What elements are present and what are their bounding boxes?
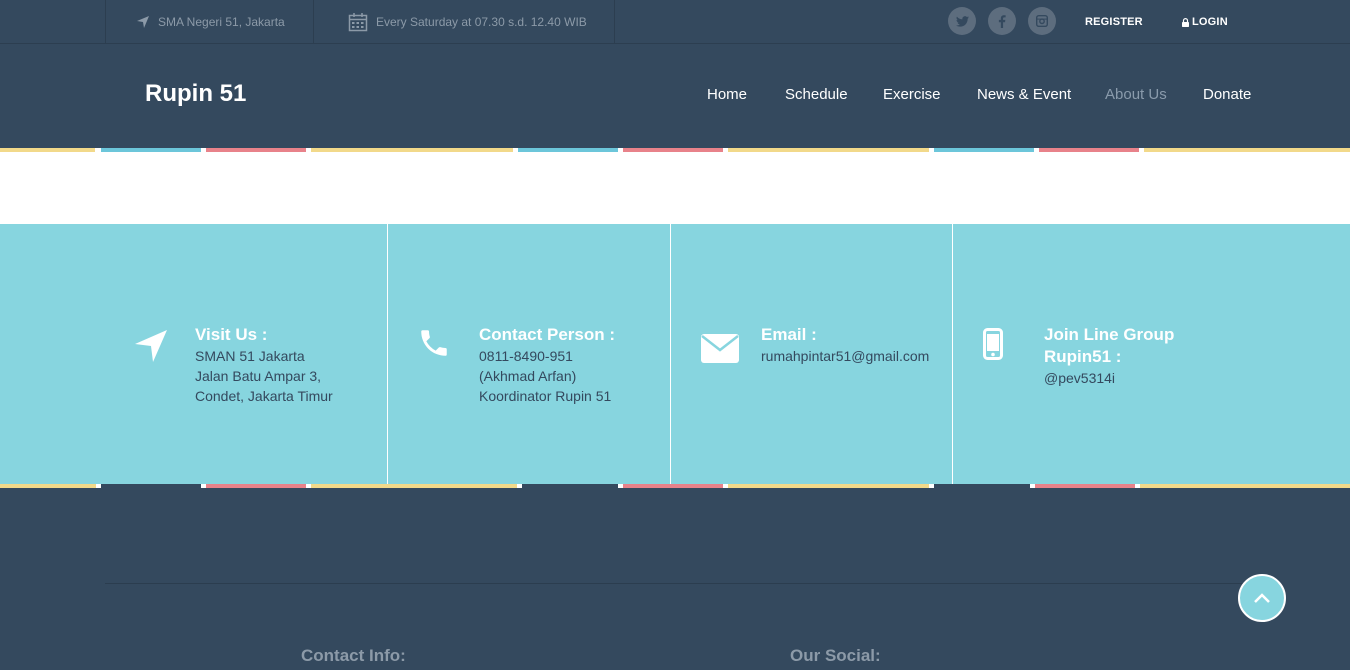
lock-icon <box>1182 17 1189 27</box>
facebook-link[interactable] <box>988 7 1016 35</box>
column-divider <box>670 224 671 484</box>
our-social-heading: Our Social: <box>790 646 881 665</box>
location-arrow-icon <box>133 328 169 364</box>
contact-person-line: (Akhmad Arfan) <box>479 368 577 384</box>
footer-divider <box>105 583 1245 584</box>
scroll-to-top-button[interactable] <box>1238 574 1286 622</box>
schedule-text: Every Saturday at 07.30 s.d. 12.40 WIB <box>376 15 587 29</box>
calendar-icon <box>348 13 368 32</box>
email-title: Email : <box>761 325 817 344</box>
twitter-icon <box>955 15 969 27</box>
login-label: LOGIN <box>1192 16 1228 28</box>
nav-exercise[interactable]: Exercise <box>883 86 941 103</box>
mobile-phone-icon <box>982 327 1004 361</box>
contact-person-title: Contact Person : <box>479 325 616 344</box>
schedule-info: Every Saturday at 07.30 s.d. 12.40 WIB <box>313 0 615 44</box>
email-address[interactable]: rumahpintar51@gmail.com <box>761 346 929 366</box>
contact-info-heading: Contact Info: <box>301 646 406 665</box>
column-divider <box>387 224 388 484</box>
white-spacer <box>0 152 1350 224</box>
nav-news-event[interactable]: News & Event <box>977 86 1071 103</box>
facebook-icon <box>998 14 1006 28</box>
visit-us-line: Jalan Batu Ampar 3, <box>195 368 322 384</box>
register-link[interactable]: REGISTER <box>1085 16 1143 28</box>
phone-icon <box>416 325 452 361</box>
nav-schedule[interactable]: Schedule <box>785 86 848 103</box>
instagram-icon <box>1036 15 1048 27</box>
nav-donate[interactable]: Donate <box>1203 86 1251 103</box>
visit-us-line: SMAN 51 Jakarta <box>195 348 305 364</box>
visit-us-line: Condet, Jakarta Timur <box>195 388 333 404</box>
contact-person-line: 0811-8490-951 <box>479 348 573 364</box>
line-id: @pev5314i <box>1044 370 1116 386</box>
location-arrow-icon <box>137 16 149 28</box>
main-header: Rupin 51 Home Schedule Exercise News & E… <box>0 44 1350 148</box>
line-group-title: Join Line Group <box>1044 325 1175 344</box>
line-group-title: Rupin51 : <box>1044 347 1122 366</box>
chevron-up-icon <box>1254 593 1270 603</box>
nav-about-us[interactable]: About Us <box>1105 86 1167 103</box>
envelope-icon <box>699 331 741 365</box>
location-info: SMA Negeri 51, Jakarta <box>105 0 313 44</box>
contact-person-line: Koordinator Rupin 51 <box>479 388 612 404</box>
top-bar: SMA Negeri 51, Jakarta Every Saturday at… <box>0 0 1350 44</box>
location-text: SMA Negeri 51, Jakarta <box>158 15 285 29</box>
color-stripe-bottom <box>0 484 1350 488</box>
nav-home[interactable]: Home <box>707 86 747 103</box>
twitter-link[interactable] <box>948 7 976 35</box>
instagram-link[interactable] <box>1028 7 1056 35</box>
site-logo[interactable]: Rupin 51 <box>145 80 246 108</box>
visit-us-title: Visit Us : <box>195 325 268 344</box>
column-divider <box>952 224 953 484</box>
login-link[interactable]: LOGIN <box>1182 16 1228 28</box>
